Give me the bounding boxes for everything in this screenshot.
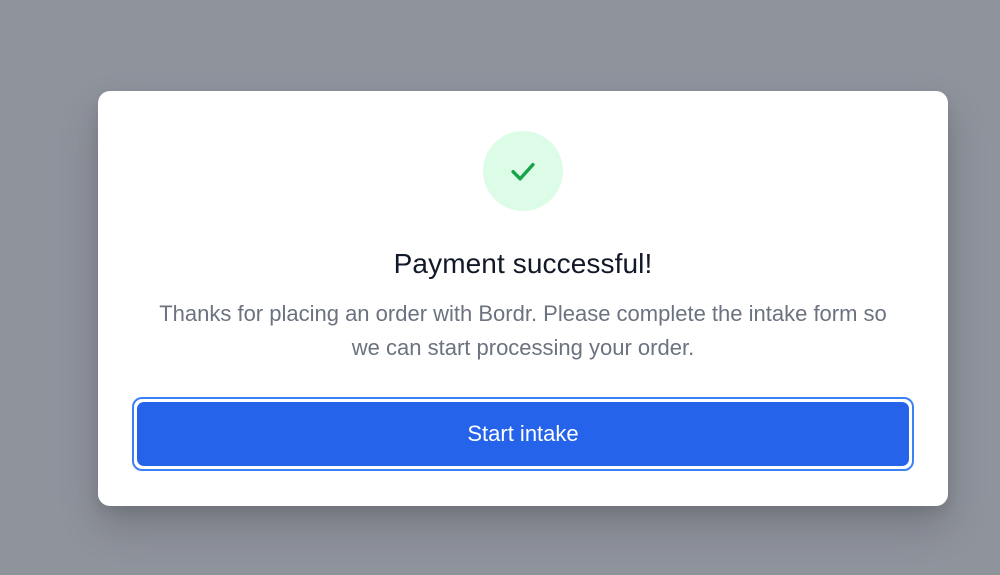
start-intake-focus-ring: Start intake [132,397,914,471]
modal-message: Thanks for placing an order with Bordr. … [159,301,887,360]
modal-title: Payment successful! [393,248,653,279]
start-intake-button[interactable]: Start intake [137,402,909,466]
check-icon [511,162,535,181]
success-icon-circle [483,131,563,211]
payment-success-modal: Payment successful! Thanks for placing a… [98,91,948,506]
